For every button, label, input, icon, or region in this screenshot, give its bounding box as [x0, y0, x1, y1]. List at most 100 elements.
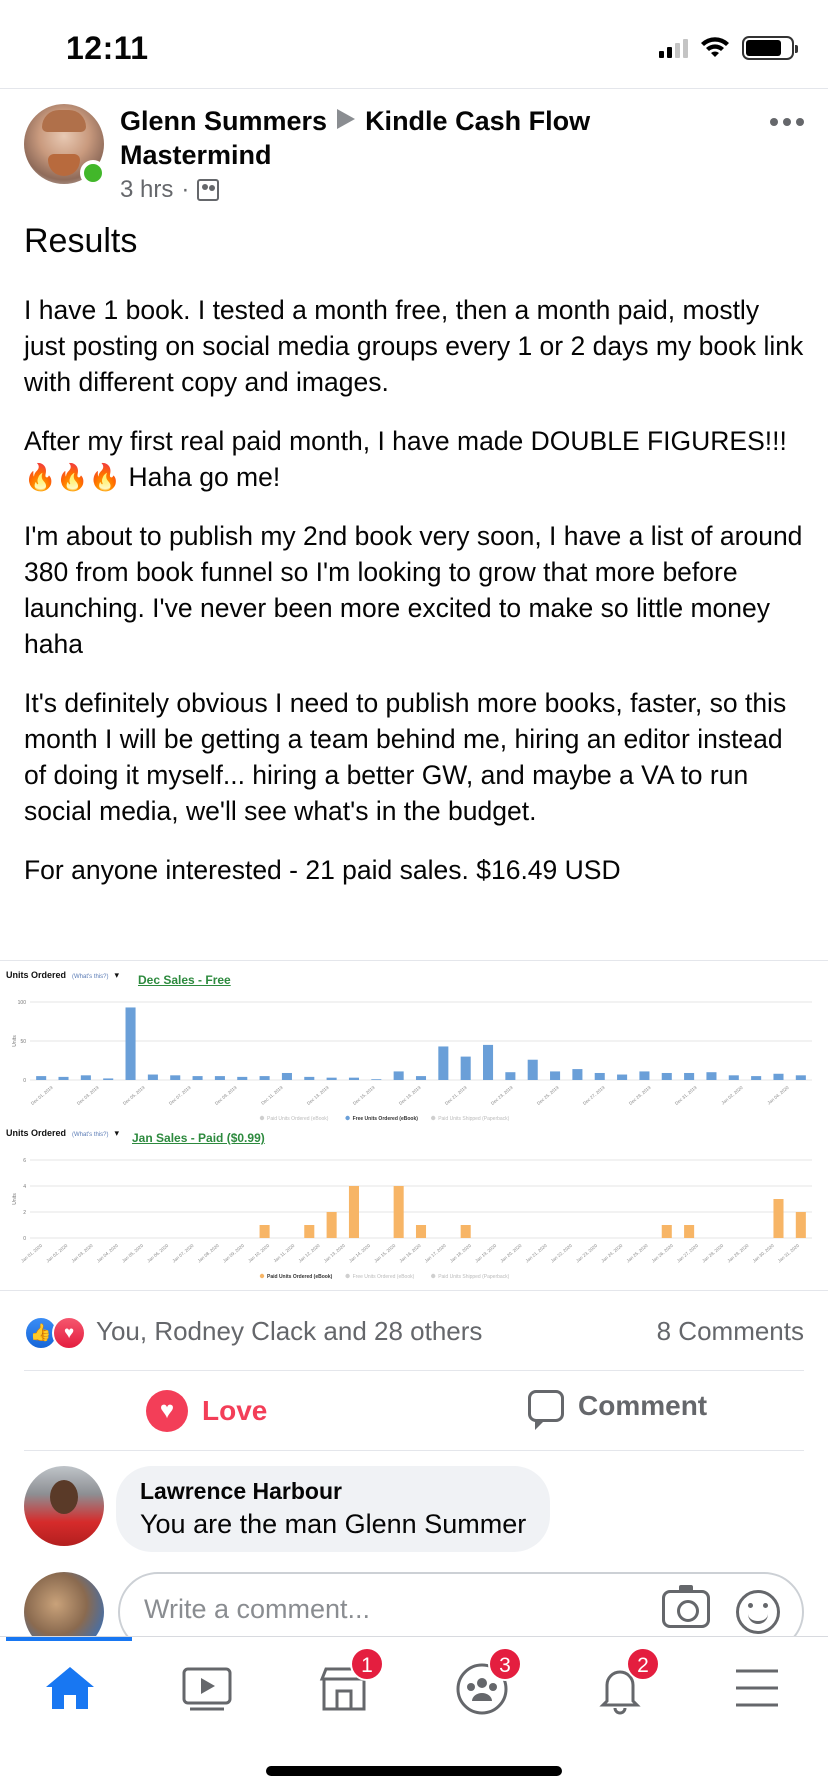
- post-title: Results: [24, 222, 138, 260]
- post-paragraph: I'm about to publish my 2nd book very so…: [24, 521, 803, 659]
- reactions-row[interactable]: 👍 ♥ You, Rodney Clack and 28 others 8 Co…: [24, 1312, 804, 1352]
- reaction-icons: 👍 ♥: [24, 1316, 90, 1350]
- y-tick-label: 50: [20, 1039, 26, 1045]
- author-name[interactable]: Glenn Summers: [120, 106, 327, 136]
- post-header: Glenn Summers Kindle Cash Flow Mastermind…: [24, 104, 804, 214]
- bar: [348, 1186, 359, 1238]
- bar: [259, 1225, 270, 1238]
- reactions-summary[interactable]: You, Rodney Clack and 28 others: [96, 1316, 482, 1347]
- x-tick-label: Jan 02, 2020: [45, 1243, 69, 1264]
- x-tick-label: Jan 18, 2020: [449, 1243, 473, 1264]
- tab-menu[interactable]: [718, 1657, 798, 1717]
- hamburger-menu-icon: [736, 1669, 778, 1707]
- emoji-icon[interactable]: [736, 1590, 780, 1634]
- y-axis-label: Units: [12, 1193, 18, 1205]
- bar: [460, 1056, 471, 1080]
- x-tick-label: Jan 15, 2020: [373, 1243, 397, 1264]
- bar: [58, 1076, 69, 1080]
- bar: [415, 1076, 427, 1080]
- legend-marker: [345, 1115, 350, 1121]
- post-body: I have 1 book. I tested a month free, th…: [24, 292, 804, 911]
- x-tick-label: Dec 11, 2019: [260, 1085, 284, 1106]
- bar: [170, 1075, 181, 1080]
- camera-icon[interactable]: [662, 1585, 710, 1628]
- bar: [103, 1078, 114, 1080]
- bar: [304, 1225, 315, 1238]
- fire-emoji: 🔥🔥🔥: [24, 462, 122, 492]
- comments-count[interactable]: 8 Comments: [657, 1316, 804, 1347]
- divider: [0, 960, 828, 961]
- x-tick-label: Dec 09, 2019: [214, 1085, 238, 1106]
- love-button[interactable]: ♥ Love: [146, 1390, 267, 1432]
- divider: [0, 88, 828, 89]
- x-tick-label: Jan 28, 2020: [701, 1243, 725, 1264]
- x-tick-label: Jan 11, 2020: [273, 1243, 296, 1264]
- bar: [706, 1072, 717, 1080]
- bar: [326, 1212, 337, 1238]
- x-tick-label: Jan 12, 2020: [298, 1243, 322, 1264]
- tab-marketplace[interactable]: 1: [304, 1647, 384, 1717]
- x-tick-label: Jan 27, 2020: [676, 1243, 700, 1264]
- online-indicator: [80, 160, 106, 186]
- commenter-name[interactable]: Lawrence Harbour: [140, 1478, 526, 1505]
- x-tick-label: Jan 01, 2020: [20, 1243, 44, 1264]
- bar: [795, 1212, 806, 1238]
- x-tick-label: Dec 05, 2019: [122, 1085, 146, 1106]
- x-tick-label: Jan 16, 2020: [398, 1243, 422, 1264]
- legend-marker: [259, 1115, 265, 1121]
- bar: [728, 1075, 739, 1080]
- post-paragraph: For anyone interested - 21 paid sales. $…: [24, 855, 621, 885]
- x-tick-label: Jan 21, 2020: [525, 1243, 549, 1264]
- comment-input[interactable]: Write a comment...: [118, 1572, 804, 1638]
- comment-bubble-icon: [528, 1390, 564, 1430]
- more-options-icon[interactable]: [770, 118, 804, 126]
- post-paragraph: After my first real paid month, I have m…: [24, 426, 787, 492]
- post-time[interactable]: 3 hrs: [120, 176, 173, 204]
- comment-item: Lawrence Harbour You are the man Glenn S…: [24, 1466, 804, 1556]
- status-bar: 12:11: [0, 0, 828, 88]
- bar: [550, 1071, 561, 1080]
- x-tick-label: Jan 22, 2020: [550, 1243, 574, 1264]
- comment-text: You are the man Glenn Summer: [140, 1509, 527, 1539]
- x-tick-label: Jan 30, 2020: [752, 1243, 776, 1264]
- bar: [393, 1186, 404, 1238]
- dec-sales-chart: Units Ordered (What's this?) ▾ Dec Sales -…: [0, 970, 828, 1130]
- x-tick-label: Dec 21, 2019: [444, 1085, 468, 1106]
- bar: [326, 1077, 337, 1080]
- x-tick-label: Jan 07, 2020: [171, 1243, 195, 1264]
- legend-marker: [431, 1115, 436, 1121]
- notifications-badge: 2: [626, 1647, 660, 1681]
- bar: [259, 1076, 270, 1080]
- legend-marker: [345, 1273, 350, 1279]
- x-tick-label: Dec 13, 2019: [306, 1085, 330, 1106]
- bar: [371, 1079, 382, 1080]
- bar: [684, 1225, 695, 1238]
- x-tick-label: Dec 19, 2019: [398, 1085, 422, 1106]
- legend-label: Paid Units Shipped (Paperback): [438, 1116, 509, 1122]
- post-paragraph: It's definitely obvious I need to publis…: [24, 688, 787, 826]
- x-tick-label: Dec 15, 2019: [352, 1085, 376, 1106]
- action-row: ♥ Love Comment: [0, 1372, 828, 1450]
- bar: [661, 1225, 672, 1238]
- comment-button[interactable]: Comment: [528, 1390, 707, 1430]
- home-icon: [46, 1667, 94, 1709]
- status-icons: [659, 36, 798, 60]
- tab-notifications[interactable]: 2: [580, 1647, 660, 1717]
- tab-groups[interactable]: 3: [442, 1647, 522, 1717]
- legend-label: Paid Units Shipped (Paperback): [438, 1274, 509, 1280]
- commenter-avatar[interactable]: [24, 1466, 104, 1546]
- tab-watch[interactable]: [168, 1657, 248, 1717]
- x-tick-label: Dec 07, 2019: [168, 1085, 192, 1106]
- jan-sales-chart: Units Ordered (What's this?) ▾ Jan Sales -…: [0, 1128, 828, 1288]
- post-image-charts[interactable]: Units Ordered (What's this?) ▾ Dec Sales -…: [0, 962, 828, 1288]
- bar: [527, 1059, 538, 1080]
- comment-bubble[interactable]: Lawrence Harbour You are the man Glenn S…: [116, 1466, 551, 1552]
- bar: [415, 1225, 427, 1238]
- bar: [483, 1044, 494, 1080]
- tab-home[interactable]: [30, 1657, 110, 1717]
- bar: [684, 1072, 695, 1080]
- x-tick-label: Jan 13, 2020: [323, 1243, 347, 1264]
- x-tick-label: Jan 09, 2020: [222, 1243, 246, 1264]
- divider: [24, 1370, 804, 1371]
- comment-placeholder: Write a comment...: [144, 1594, 371, 1624]
